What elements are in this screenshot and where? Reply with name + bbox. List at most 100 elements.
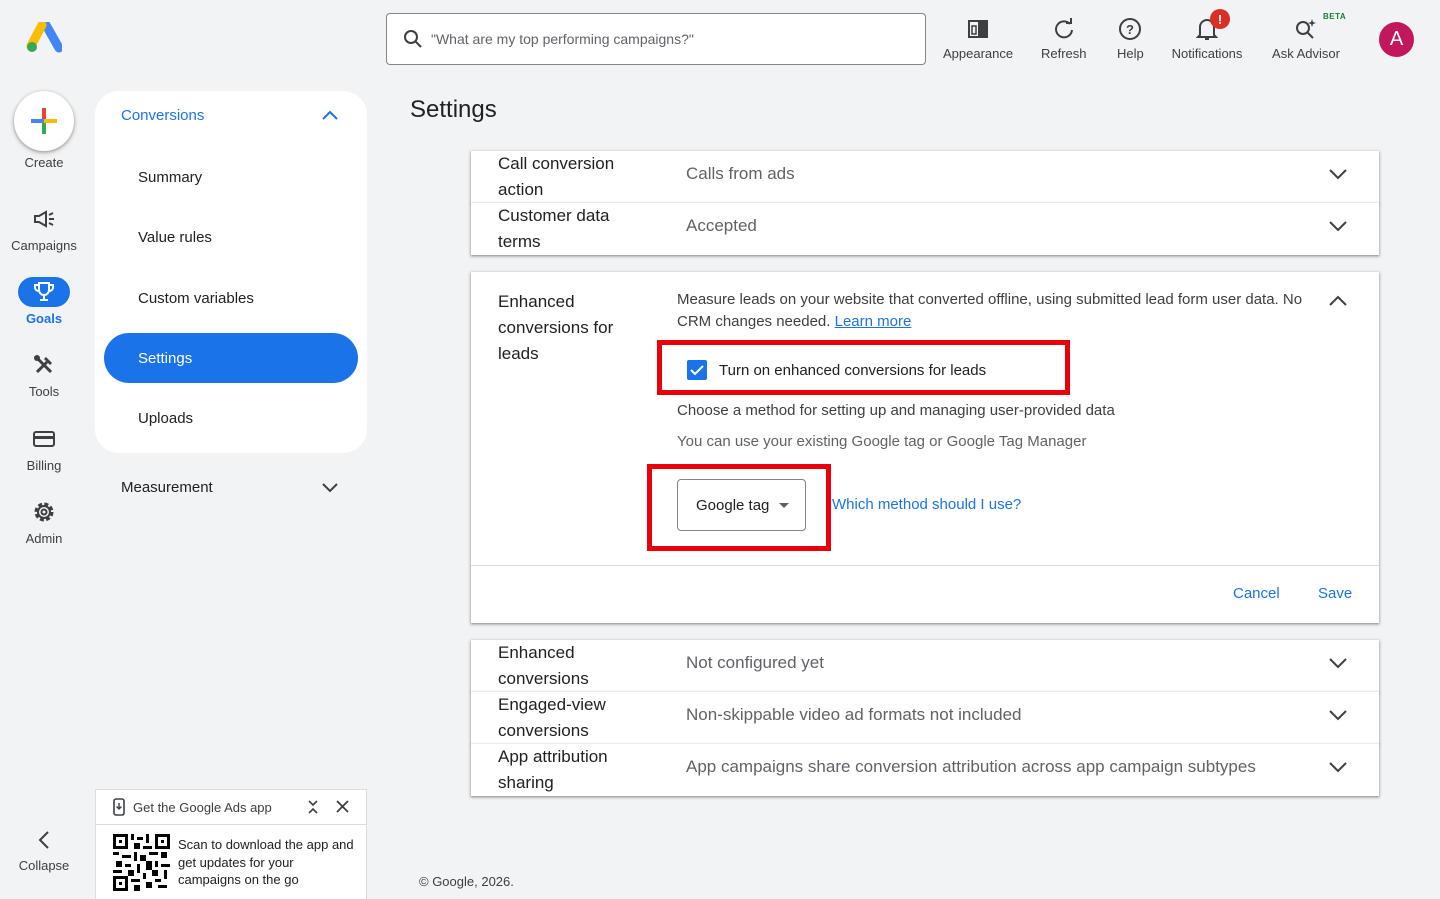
- refresh-button[interactable]: Refresh: [1041, 14, 1087, 64]
- notification-badge: !: [1210, 9, 1230, 29]
- close-icon[interactable]: [336, 800, 349, 813]
- caret-down-icon: [779, 503, 789, 508]
- rail-item-admin[interactable]: Admin: [0, 497, 88, 546]
- subnav-item-uploads[interactable]: Uploads: [104, 393, 358, 443]
- chevron-down-icon[interactable]: [321, 480, 339, 494]
- method-dropdown[interactable]: Google tag: [677, 479, 806, 531]
- rail-item-billing[interactable]: Billing: [0, 424, 88, 473]
- dropdown-value: Google tag: [696, 496, 770, 514]
- setting-row-customer-data-terms[interactable]: Customer data terms Accepted: [471, 203, 1379, 255]
- help-icon: ?: [1118, 14, 1142, 44]
- collapse-label: Collapse: [18, 858, 70, 873]
- setting-row-call-conversion[interactable]: Call conversion action Calls from ads: [471, 151, 1379, 203]
- help-label: Help: [1117, 46, 1144, 61]
- subnav-item-custom-variables[interactable]: Custom variables: [104, 273, 358, 323]
- chevron-down-icon[interactable]: [1328, 708, 1348, 722]
- avatar[interactable]: A: [1379, 22, 1414, 57]
- checkbox-checked-icon[interactable]: [687, 360, 707, 380]
- sparkle-search-icon: BETA: [1269, 12, 1347, 44]
- checkbox-label: Turn on enhanced conversions for leads: [719, 361, 987, 379]
- setting-name: Engaged-view conversions: [498, 695, 606, 740]
- rail-label-goals: Goals: [25, 311, 63, 326]
- chevron-down-icon[interactable]: [1328, 760, 1348, 774]
- chevron-up-icon[interactable]: [1328, 294, 1348, 308]
- enhanced-leads-checkbox[interactable]: Turn on enhanced conversions for leads: [687, 360, 986, 380]
- save-button[interactable]: Save: [1318, 585, 1352, 602]
- refresh-icon: [1053, 14, 1075, 44]
- page-title: Settings: [410, 96, 497, 123]
- subnav-item-summary[interactable]: Summary: [104, 152, 358, 202]
- appearance-icon: [966, 14, 990, 44]
- search-bar[interactable]: [386, 13, 926, 65]
- learn-more-link[interactable]: Learn more: [835, 313, 912, 330]
- measurement-section[interactable]: Measurement: [121, 479, 213, 496]
- setting-value: App campaigns share conversion attributi…: [686, 757, 1256, 776]
- plus-icon: [31, 108, 57, 134]
- panel-description: Measure leads on your website that conve…: [677, 289, 1317, 333]
- setting-row-enhanced-conversions[interactable]: Enhanced conversions Not configured yet: [471, 640, 1379, 692]
- conversions-subnav: Conversions Summary Value rules Custom v…: [95, 91, 367, 453]
- enhanced-conversions-leads-panel: Enhanced conversions for leads Measure l…: [471, 272, 1379, 623]
- rail-label-billing: Billing: [26, 458, 62, 473]
- ask-advisor-label: Ask Advisor: [1272, 46, 1340, 61]
- notifications-button[interactable]: ! Notifications: [1168, 9, 1246, 64]
- cancel-button[interactable]: Cancel: [1233, 585, 1280, 602]
- create-label: Create: [24, 155, 64, 170]
- trophy-icon: [18, 277, 70, 307]
- megaphone-icon: [18, 204, 70, 234]
- setting-name: Enhanced conversions: [498, 643, 589, 688]
- notifications-label: Notifications: [1171, 46, 1243, 61]
- gear-icon: [18, 497, 70, 527]
- promo-text: Scan to download the app and get updates…: [178, 837, 354, 887]
- chevron-left-icon: [38, 831, 49, 849]
- rail-label-campaigns: Campaigns: [11, 238, 77, 253]
- subnav-item-value-rules[interactable]: Value rules: [104, 212, 358, 262]
- collapse-button[interactable]: Collapse: [0, 830, 88, 873]
- collapse-icon[interactable]: [307, 799, 319, 815]
- create-button[interactable]: [14, 91, 74, 151]
- rail-item-campaigns[interactable]: Campaigns: [0, 204, 88, 253]
- appearance-label: Appearance: [943, 46, 1014, 61]
- setting-row-app-attribution[interactable]: App attribution sharing App campaigns sh…: [471, 744, 1379, 796]
- setting-value: Calls from ads: [686, 164, 795, 183]
- beta-badge: BETA: [1323, 12, 1347, 21]
- svg-text:?: ?: [1126, 22, 1134, 37]
- method-hint: You can use your existing Google tag or …: [677, 433, 1087, 450]
- card-icon: [18, 424, 70, 454]
- refresh-label: Refresh: [1041, 46, 1087, 61]
- chevron-up-icon[interactable]: [321, 109, 339, 121]
- setting-name: Customer data terms: [498, 206, 610, 251]
- chevron-down-icon[interactable]: [1328, 656, 1348, 670]
- panel-title: Enhanced conversions for leads: [498, 292, 614, 363]
- setting-value: Not configured yet: [686, 653, 824, 672]
- method-heading: Choose a method for setting up and manag…: [677, 402, 1115, 419]
- setting-row-engaged-view[interactable]: Engaged-view conversions Non-skippable v…: [471, 692, 1379, 744]
- rail-label-admin: Admin: [25, 531, 63, 546]
- help-button[interactable]: ? Help: [1117, 14, 1144, 64]
- rail-item-goals[interactable]: Goals: [0, 277, 88, 326]
- setting-value: Accepted: [686, 216, 757, 235]
- rail-label-tools: Tools: [28, 384, 60, 399]
- bell-icon: !: [1168, 9, 1246, 44]
- description-text: Measure leads on your website that conve…: [677, 291, 1303, 330]
- search-icon: [404, 30, 422, 48]
- subnav-item-settings[interactable]: Settings: [104, 333, 358, 383]
- footer-copyright: © Google, 2026.: [419, 874, 514, 889]
- tools-icon: [18, 350, 70, 380]
- divider: [471, 565, 1379, 566]
- rail-item-tools[interactable]: Tools: [0, 350, 88, 399]
- which-method-link[interactable]: Which method should I use?: [832, 496, 1021, 513]
- phone-icon: [113, 798, 125, 816]
- ask-advisor-button[interactable]: BETA Ask Advisor: [1269, 12, 1347, 64]
- search-input[interactable]: [431, 31, 901, 47]
- app-promo-panel: Get the Google Ads app Scan to download …: [95, 789, 367, 899]
- chevron-down-icon[interactable]: [1328, 167, 1348, 181]
- setting-name: Call conversion action: [498, 154, 615, 199]
- chevron-down-icon[interactable]: [1328, 219, 1348, 233]
- qr-code: [113, 834, 170, 891]
- promo-title: Get the Google Ads app: [133, 799, 272, 815]
- subnav-section-title[interactable]: Conversions: [121, 107, 204, 124]
- setting-value: Non-skippable video ad formats not inclu…: [686, 705, 1022, 724]
- google-ads-logo[interactable]: [26, 20, 64, 54]
- appearance-button[interactable]: Appearance: [943, 14, 1013, 64]
